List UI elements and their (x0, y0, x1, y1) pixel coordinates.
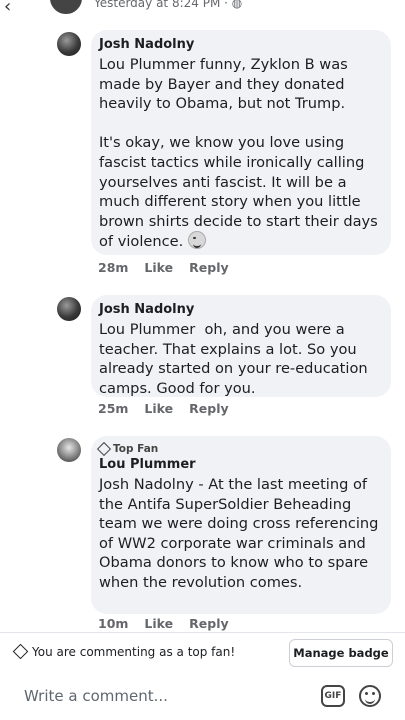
comment-input[interactable] (24, 684, 294, 708)
comment-actions: 25m Like Reply (98, 401, 245, 416)
top-fan-badge: Top Fan (96, 441, 383, 457)
like-button[interactable]: Like (144, 401, 173, 416)
reply-button[interactable]: Reply (189, 260, 228, 275)
post-timestamp: Yesterday at 8:24 PM · ◍ (94, 0, 242, 10)
comment-author[interactable]: Josh Nadolny (99, 301, 383, 318)
reply-button[interactable]: Reply (189, 616, 228, 631)
emoji-icon[interactable] (359, 685, 381, 707)
comment-time: 10m (98, 616, 129, 631)
comment-composer: GIF (0, 672, 405, 720)
comment-text: Josh Nadolny - At the last meeting of th… (99, 476, 384, 591)
comment-bubble: Josh Nadolny Lou Plummer oh, and you wer… (91, 295, 391, 397)
comment-author[interactable]: Josh Nadolny (99, 36, 383, 53)
comment-bubble: Top Fan Lou Plummer Josh Nadolny - At th… (91, 436, 391, 614)
diamond-icon (96, 441, 112, 457)
top-fan-message: You are commenting as a top fan! (32, 645, 236, 659)
comment-author[interactable]: Lou Plummer (99, 456, 383, 473)
page-avatar[interactable] (48, 0, 84, 14)
back-arrow-icon[interactable]: ‹ (4, 0, 11, 14)
avatar[interactable] (57, 297, 81, 321)
top-fan-bar: You are commenting as a top fan! Manage … (0, 632, 405, 672)
comment-text: Lou Plummer oh, and you were a teacher. … (99, 321, 373, 397)
comment-time: 25m (98, 401, 129, 416)
reply-button[interactable]: Reply (189, 401, 228, 416)
comment-text: Lou Plummer funny, Zyklon B was made by … (99, 56, 378, 251)
avatar[interactable] (57, 32, 81, 56)
globe-icon: ◍ (231, 0, 243, 10)
gif-icon[interactable]: GIF (321, 685, 345, 707)
like-button[interactable]: Like (144, 260, 173, 275)
diamond-icon (12, 643, 29, 660)
post-header: ‹ Yesterday at 8:24 PM · ◍ (0, 0, 405, 14)
comment-actions: 28m Like Reply (98, 260, 245, 275)
comment-bubble: Josh Nadolny Lou Plummer funny, Zyklon B… (91, 30, 391, 255)
manage-badge-button[interactable]: Manage badge (289, 639, 393, 667)
like-button[interactable]: Like (144, 616, 173, 631)
comment-actions: 10m Like Reply (98, 616, 245, 631)
comment-time: 28m (98, 260, 129, 275)
winking-face-icon (187, 231, 206, 250)
avatar[interactable] (57, 438, 81, 462)
top-fan-label: Top Fan (113, 443, 159, 455)
